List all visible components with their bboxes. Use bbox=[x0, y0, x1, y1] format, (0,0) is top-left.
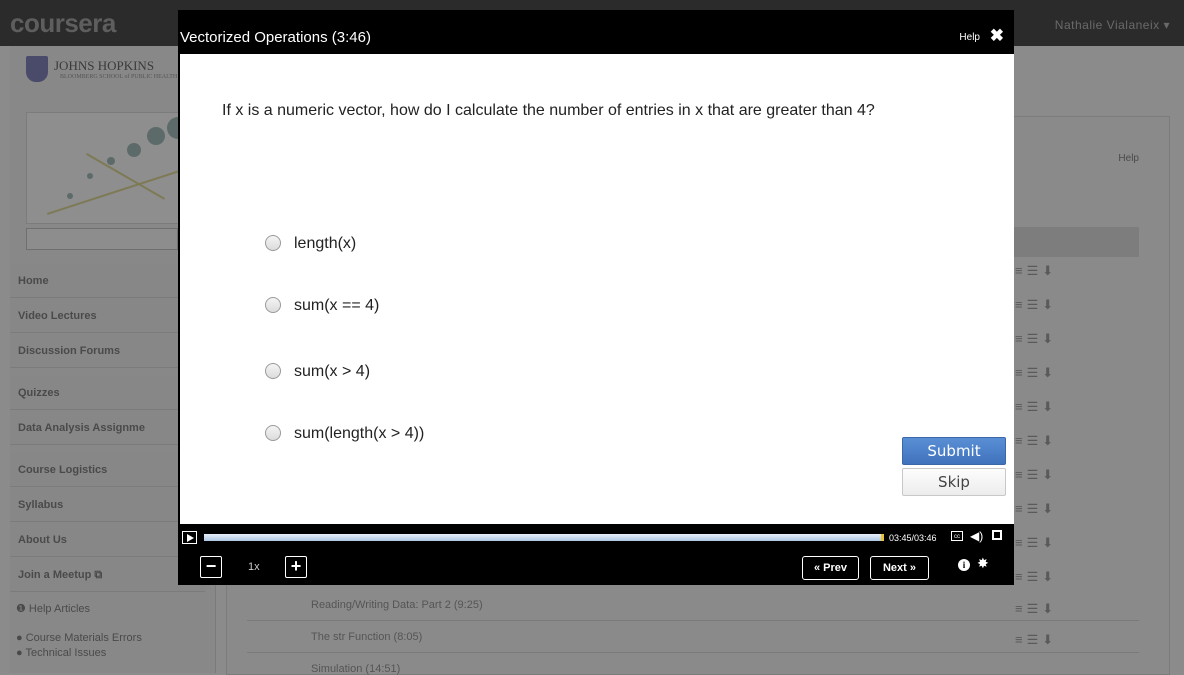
sidebar-item-quizzes[interactable]: Quizzes bbox=[10, 376, 205, 410]
row-icons[interactable]: ≡☰⬇ bbox=[1015, 467, 1057, 483]
playback-speed: 1x bbox=[248, 561, 260, 573]
row-icons[interactable]: ≡☰⬇ bbox=[1015, 399, 1057, 415]
coursera-logo[interactable]: coursera bbox=[10, 8, 116, 39]
row-icons[interactable]: ≡☰⬇ bbox=[1015, 501, 1057, 517]
row-icons[interactable]: ≡☰⬇ bbox=[1015, 263, 1057, 279]
fullscreen-icon[interactable] bbox=[992, 530, 1002, 540]
speed-decrease-button[interactable]: − bbox=[200, 556, 222, 578]
sidebar-item-home[interactable]: Home bbox=[10, 264, 205, 298]
radio-button[interactable] bbox=[265, 235, 281, 251]
shield-icon bbox=[26, 56, 48, 82]
radio-button[interactable] bbox=[265, 425, 281, 441]
captions-icon[interactable]: cc bbox=[951, 531, 963, 541]
university-logo[interactable]: JOHNS HOPKINS BLOOMBERG SCHOOL of PUBLIC… bbox=[26, 56, 186, 96]
quiz-option-label: sum(length(x > 4)) bbox=[294, 425, 425, 442]
sidebar-item-about-us[interactable]: About Us bbox=[10, 523, 205, 557]
sidebar-item-course-logistics[interactable]: Course Logistics bbox=[10, 453, 205, 487]
course-banner-image bbox=[26, 112, 203, 224]
row-icons[interactable]: ≡☰⬇ bbox=[1015, 365, 1057, 381]
user-menu[interactable]: Nathalie Vialaneix ▾ bbox=[1055, 18, 1170, 32]
info-icon[interactable]: i bbox=[958, 559, 970, 571]
lecture-link[interactable]: The str Function (8:05) bbox=[311, 631, 422, 643]
row-divider bbox=[247, 652, 1139, 653]
quiz-option-label: length(x) bbox=[294, 235, 357, 252]
sidebar-item-join-meetup[interactable]: Join a Meetup ⧉ bbox=[10, 558, 205, 592]
lecture-link[interactable]: Simulation (14:51) bbox=[311, 663, 400, 675]
quiz-body: If x is a numeric vector, how do I calcu… bbox=[180, 54, 1014, 524]
row-icons[interactable]: ≡☰⬇ bbox=[1015, 632, 1057, 648]
submit-button[interactable]: Submit bbox=[902, 437, 1006, 465]
progress-handle[interactable] bbox=[881, 534, 884, 541]
lecture-link[interactable]: Reading/Writing Data: Part 2 (9:25) bbox=[311, 599, 483, 611]
sidebar-item-video-lectures[interactable]: Video Lectures bbox=[10, 299, 205, 333]
row-icons[interactable]: ≡☰⬇ bbox=[1015, 433, 1057, 449]
volume-icon[interactable]: ◀) bbox=[970, 529, 983, 543]
skip-button[interactable]: Skip bbox=[902, 468, 1006, 496]
modal-title: Vectorized Operations (3:46) bbox=[180, 29, 371, 46]
video-progress-bar[interactable] bbox=[204, 534, 884, 541]
modal-help-link[interactable]: Help bbox=[959, 32, 980, 43]
panel-help-link[interactable]: Help bbox=[1118, 153, 1139, 164]
radio-button[interactable] bbox=[265, 363, 281, 379]
gear-icon[interactable]: ✸ bbox=[977, 555, 989, 572]
time-readout: 03:45/03:46 bbox=[889, 533, 937, 543]
progress-fill bbox=[204, 534, 884, 541]
radio-button[interactable] bbox=[265, 297, 281, 313]
sidebar-item-data-analysis[interactable]: Data Analysis Assignme bbox=[10, 411, 205, 445]
university-name: JOHNS HOPKINS bbox=[54, 58, 155, 73]
quiz-question: If x is a numeric vector, how do I calcu… bbox=[222, 102, 875, 119]
row-icons[interactable]: ≡☰⬇ bbox=[1015, 535, 1057, 551]
row-divider bbox=[247, 620, 1139, 621]
row-icons[interactable]: ≡☰⬇ bbox=[1015, 297, 1057, 313]
sidebar-search-input[interactable] bbox=[26, 228, 178, 250]
help-articles-link[interactable]: ❶ Help Articles bbox=[16, 602, 90, 615]
prev-button[interactable]: « Prev bbox=[802, 556, 859, 580]
speed-increase-button[interactable]: + bbox=[285, 556, 307, 578]
row-icons[interactable]: ≡☰⬇ bbox=[1015, 601, 1057, 617]
play-icon[interactable] bbox=[182, 531, 197, 544]
video-quiz-modal: Vectorized Operations (3:46) Help ✖ If x… bbox=[178, 10, 1014, 585]
quiz-option-label: sum(x == 4) bbox=[294, 297, 380, 314]
quiz-option-label: sum(x > 4) bbox=[294, 363, 371, 380]
sidebar-item-syllabus[interactable]: Syllabus bbox=[10, 488, 205, 522]
next-button[interactable]: Next » bbox=[870, 556, 929, 580]
course-materials-errors-link[interactable]: ● Course Materials Errors bbox=[16, 632, 142, 644]
university-subtitle: BLOOMBERG SCHOOL of PUBLIC HEALTH bbox=[60, 74, 178, 80]
row-icons[interactable]: ≡☰⬇ bbox=[1015, 331, 1057, 347]
close-icon[interactable]: ✖ bbox=[990, 26, 1004, 46]
row-icons[interactable]: ≡☰⬇ bbox=[1015, 569, 1057, 585]
sidebar-item-discussion-forums[interactable]: Discussion Forums bbox=[10, 334, 205, 368]
technical-issues-link[interactable]: ● Technical Issues bbox=[16, 647, 106, 659]
